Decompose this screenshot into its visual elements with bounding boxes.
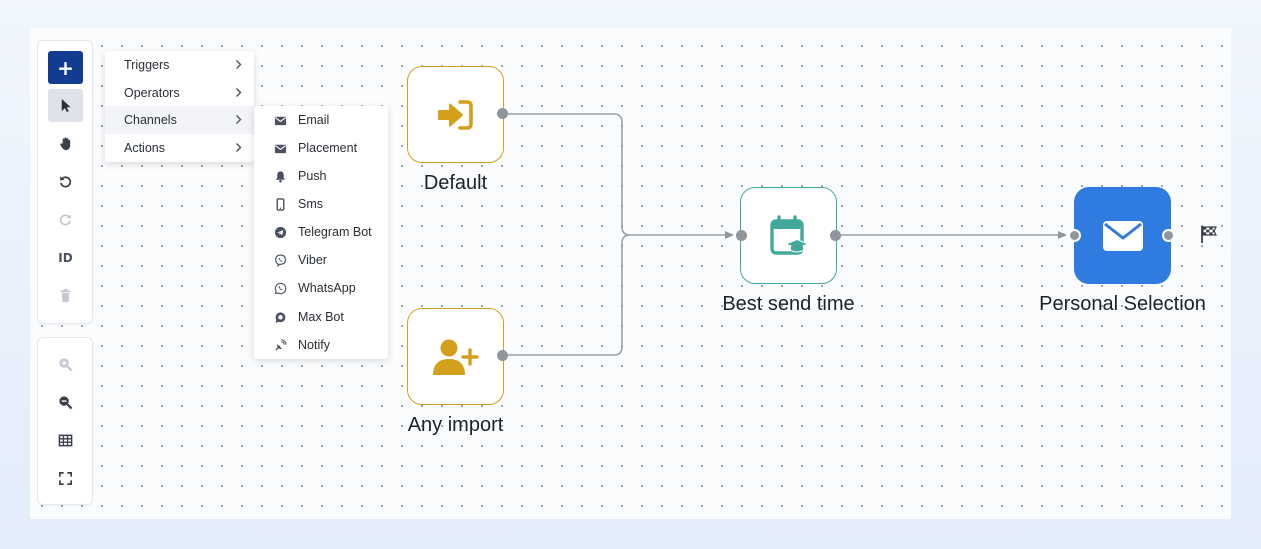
submenu-item-whatsapp[interactable]: WhatsApp	[254, 274, 388, 302]
viber-icon	[274, 254, 286, 267]
redo-icon	[59, 214, 72, 226]
wire-default-to-best-time[interactable]	[508, 113, 734, 239]
submenu-item-push[interactable]: Push	[254, 162, 388, 190]
node-best-send-time-input-port[interactable]	[736, 230, 747, 241]
node-default-label: Default	[423, 172, 488, 194]
hand-icon	[60, 137, 71, 151]
fullscreen-icon	[59, 472, 72, 485]
zoom-out-button[interactable]	[48, 386, 83, 419]
sign-in-icon	[437, 99, 473, 130]
node-default-output-port[interactable]	[497, 108, 508, 119]
menu-item-label: Triggers	[124, 58, 170, 72]
submenu-item-label: Push	[298, 169, 327, 183]
channels-submenu: Email Placement Push Sms Telegram Bot Vi…	[254, 106, 388, 359]
wire-import-to-best-time[interactable]	[508, 234, 631, 356]
menu-item-label: Operators	[124, 86, 180, 100]
add-icon: +	[57, 55, 74, 80]
submenu-item-label: Email	[298, 113, 330, 127]
add-button[interactable]: +	[48, 51, 83, 84]
chevron-right-icon	[236, 60, 242, 69]
bell-icon	[275, 170, 285, 182]
zoom-in-button[interactable]	[48, 348, 83, 381]
grid-toggle-button[interactable]	[48, 424, 83, 457]
chevron-right-icon	[236, 88, 242, 97]
node-any-import-output-port[interactable]	[497, 350, 508, 361]
view-panel	[37, 337, 93, 505]
submenu-item-label: Max Bot	[298, 310, 344, 324]
zoom-in-icon	[59, 358, 73, 372]
envelope-icon	[1102, 220, 1143, 251]
user-plus-icon	[432, 339, 479, 375]
whatsapp-icon	[274, 282, 286, 294]
menu-item-operators[interactable]: Operators	[105, 79, 254, 107]
satellite-icon	[274, 338, 287, 351]
fullscreen-button[interactable]	[48, 462, 83, 495]
submenu-item-email[interactable]: Email	[254, 106, 388, 134]
zoom-out-icon	[59, 396, 73, 410]
node-personal-selection-label: Personal Selection	[1039, 293, 1206, 315]
node-default[interactable]	[407, 66, 504, 163]
submenu-item-label: Telegram Bot	[298, 225, 372, 239]
node-personal-selection[interactable]	[1074, 187, 1171, 284]
node-any-import[interactable]	[407, 308, 504, 405]
submenu-item-label: Notify	[298, 338, 330, 352]
node-personal-selection-input-port[interactable]	[1068, 229, 1081, 242]
telegram-icon	[274, 226, 286, 238]
submenu-item-placement[interactable]: Placement	[254, 134, 388, 162]
pan-tool-button[interactable]	[48, 127, 83, 160]
undo-icon	[59, 176, 72, 188]
submenu-item-label: Sms	[298, 197, 323, 211]
node-any-import-label: Any import	[407, 414, 504, 436]
chat-bubble-icon	[275, 311, 285, 323]
id-icon: ID	[58, 250, 73, 265]
tools-panel: + ID	[37, 40, 93, 324]
show-ids-button[interactable]: ID	[48, 241, 83, 274]
node-best-send-time-output-port[interactable]	[830, 230, 841, 241]
menu-item-channels[interactable]: Channels	[105, 106, 254, 134]
pointer-icon	[61, 98, 71, 113]
menu-item-actions[interactable]: Actions	[105, 134, 254, 162]
calendar-graduation-icon	[769, 214, 809, 255]
chevron-right-icon	[236, 115, 242, 124]
chevron-right-icon	[236, 143, 242, 152]
submenu-item-max-bot[interactable]: Max Bot	[254, 303, 388, 331]
submenu-item-label: Placement	[298, 141, 358, 155]
envelope-icon	[274, 144, 286, 153]
trash-icon	[60, 288, 71, 303]
checkered-flag-icon	[1201, 226, 1217, 243]
submenu-item-telegram-bot[interactable]: Telegram Bot	[254, 218, 388, 246]
add-node-menu: Triggers Operators Channels Actions	[105, 51, 254, 162]
node-best-send-time[interactable]	[740, 187, 837, 284]
grid-icon	[58, 434, 73, 447]
menu-item-label: Channels	[124, 113, 177, 127]
submenu-item-viber[interactable]: Viber	[254, 246, 388, 274]
envelope-icon	[274, 116, 286, 125]
submenu-item-label: Viber	[298, 253, 327, 267]
menu-item-label: Actions	[124, 141, 165, 155]
delete-button[interactable]	[48, 279, 83, 312]
submenu-item-notify[interactable]: Notify	[254, 331, 388, 359]
pointer-tool-button[interactable]	[48, 89, 83, 122]
redo-button[interactable]	[48, 203, 83, 236]
node-personal-selection-output-port[interactable]	[1162, 229, 1175, 242]
undo-button[interactable]	[48, 165, 83, 198]
submenu-item-sms[interactable]: Sms	[254, 190, 388, 218]
submenu-item-label: WhatsApp	[298, 281, 356, 295]
phone-icon	[276, 197, 284, 211]
menu-item-triggers[interactable]: Triggers	[105, 51, 254, 79]
node-best-send-time-label: Best send time	[722, 293, 855, 315]
